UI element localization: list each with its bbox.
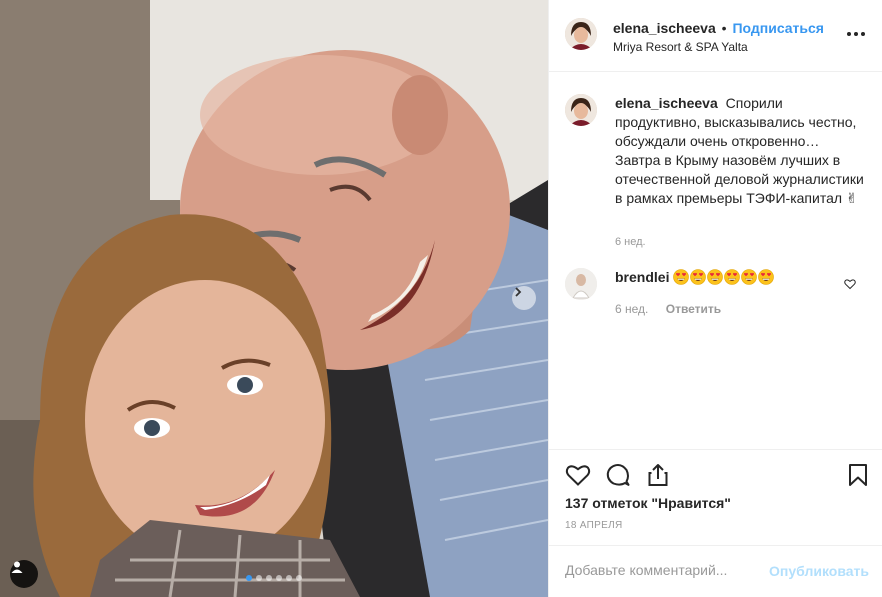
comment-bubble-icon[interactable] <box>605 462 631 488</box>
author-avatar[interactable] <box>565 18 597 50</box>
heart-eyes-emoji <box>673 269 690 285</box>
carousel-dot <box>266 575 272 581</box>
follow-button[interactable]: Подписаться <box>732 20 824 36</box>
comment-item: brendlei <box>615 268 775 286</box>
post-caption: elena_ischeeva Спорили продуктивно, выск… <box>615 94 867 208</box>
more-options-icon <box>847 32 851 36</box>
post-photo[interactable] <box>0 0 548 597</box>
separator-dot: • <box>721 20 727 36</box>
carousel-dot <box>256 575 262 581</box>
share-icon[interactable] <box>645 462 671 488</box>
more-options-button[interactable] <box>847 26 867 42</box>
selfie-photo <box>0 0 548 597</box>
comment-input[interactable] <box>565 562 755 578</box>
heart-eyes-emoji <box>724 269 741 285</box>
caption-username[interactable]: elena_ischeeva <box>615 95 718 111</box>
caption-timestamp[interactable]: 6 нед. <box>615 236 646 248</box>
carousel-dot <box>246 575 252 581</box>
likes-count[interactable]: 137 отметок "Нравится" <box>565 495 731 511</box>
user-tag-icon <box>11 561 23 573</box>
heart-eyes-emoji <box>707 269 724 285</box>
caption-author-avatar[interactable] <box>565 94 597 126</box>
next-slide-button[interactable] <box>512 286 536 310</box>
avatar-image <box>565 18 597 50</box>
tagged-users-button[interactable] <box>10 560 38 588</box>
carousel-dot <box>276 575 282 581</box>
carousel-dot <box>296 575 302 581</box>
chevron-right-icon <box>515 287 522 297</box>
commenter-avatar[interactable] <box>565 268 597 300</box>
heart-eyes-emoji <box>741 269 758 285</box>
reply-button[interactable]: Ответить <box>666 302 721 316</box>
post-header-text: elena_ischeeva • Подписаться Mriya Resor… <box>613 20 824 54</box>
post-date[interactable]: 18 АПРЕЛЯ <box>565 520 622 531</box>
publish-button[interactable]: Опубликовать <box>769 563 869 579</box>
avatar-image <box>565 94 597 126</box>
more-options-icon <box>861 32 865 36</box>
more-options-icon <box>854 32 858 36</box>
add-comment-bar: Опубликовать <box>549 545 882 597</box>
avatar-image <box>565 268 597 300</box>
comment-text <box>673 269 775 285</box>
caption-text: Спорили продуктивно, высказывались честн… <box>615 95 864 206</box>
author-username[interactable]: elena_ischeeva <box>613 20 716 36</box>
post-details-panel: elena_ischeeva • Подписаться Mriya Resor… <box>548 0 882 597</box>
comment-timestamp[interactable]: 6 нед. <box>615 302 648 316</box>
carousel-dot <box>286 575 292 581</box>
post-header: elena_ischeeva • Подписаться Mriya Resor… <box>549 0 882 72</box>
comment-like-heart-icon[interactable] <box>844 278 856 290</box>
bookmark-icon[interactable] <box>845 462 871 488</box>
heart-eyes-emoji <box>690 269 707 285</box>
comment-username[interactable]: brendlei <box>615 269 669 285</box>
location-link[interactable]: Mriya Resort & SPA Yalta <box>613 40 824 54</box>
heart-eyes-emoji <box>758 269 775 285</box>
carousel-indicator <box>0 575 548 581</box>
heart-icon[interactable] <box>565 462 591 488</box>
comment-meta: 6 нед. Ответить <box>615 302 721 316</box>
